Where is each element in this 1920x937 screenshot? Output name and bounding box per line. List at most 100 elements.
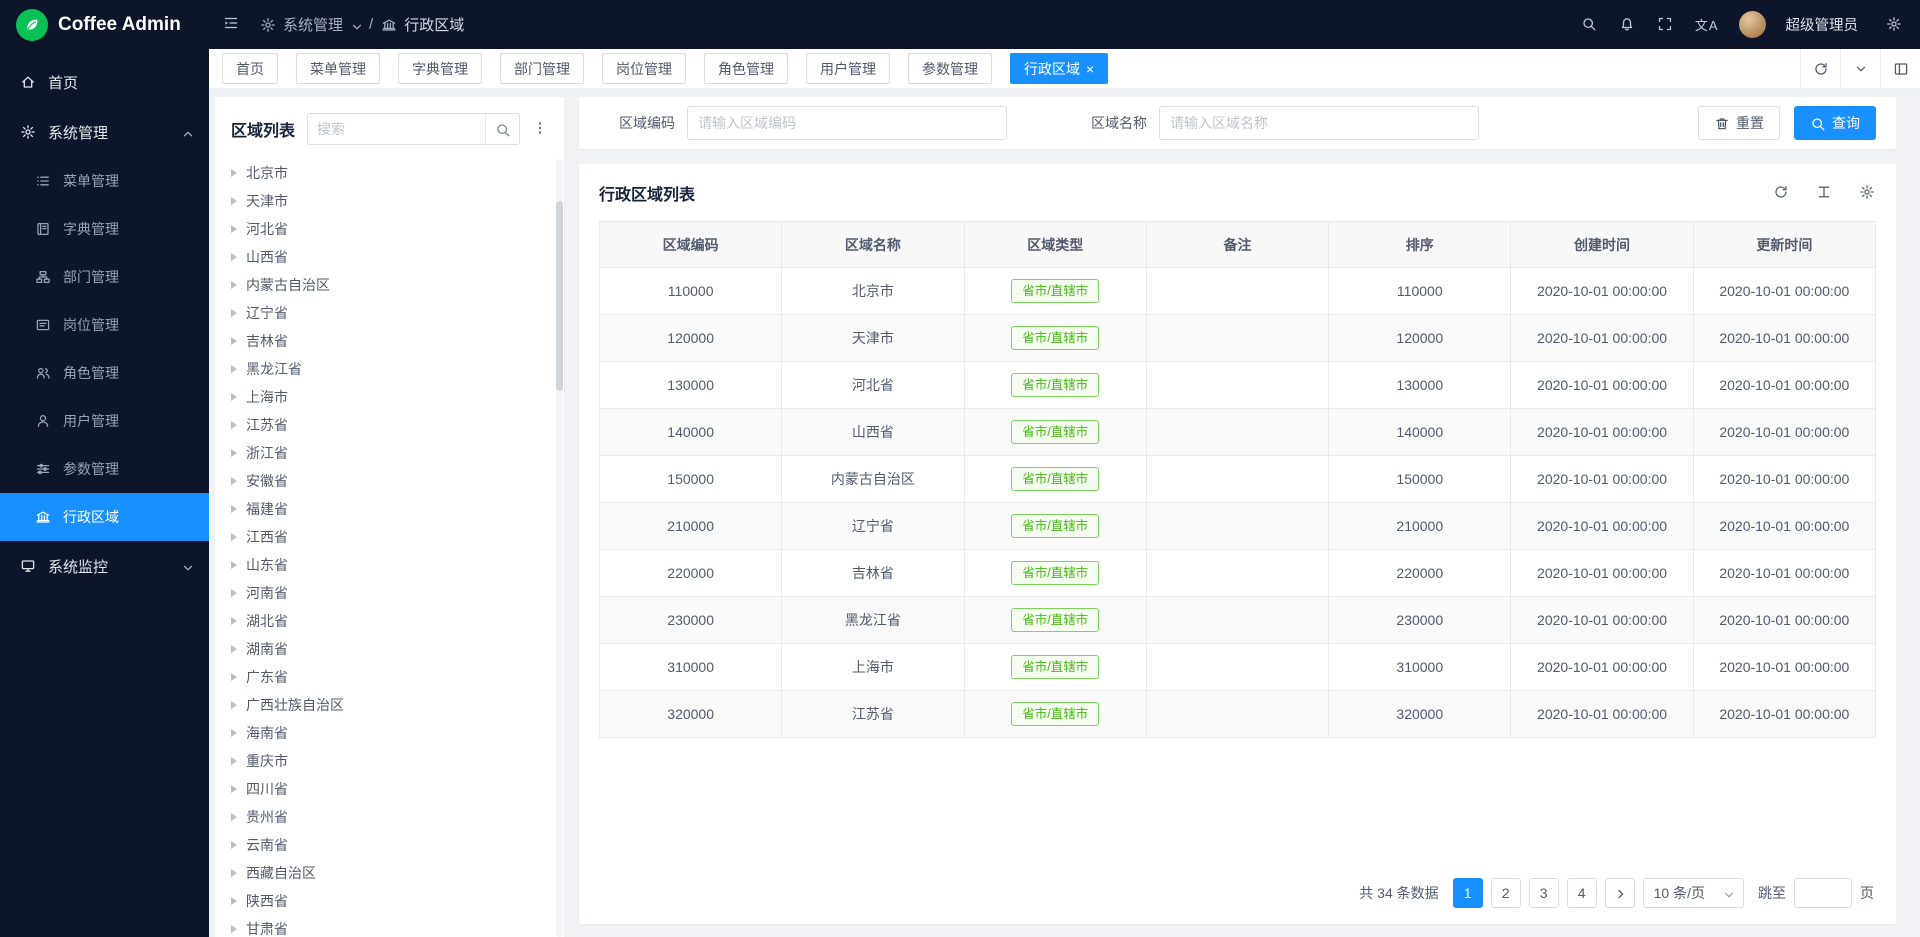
tree-item[interactable]: 山西省 xyxy=(215,243,564,271)
tree-item[interactable]: 江西省 xyxy=(215,523,564,551)
tab[interactable]: 参数管理 × xyxy=(908,53,992,84)
expand-icon[interactable] xyxy=(231,841,237,849)
expand-icon[interactable] xyxy=(231,393,237,401)
table-row[interactable]: 230000 黑龙江省 省市/直辖市 230000 2020-10-01 00:… xyxy=(600,597,1876,644)
tab[interactable]: 用户管理 × xyxy=(806,53,890,84)
breadcrumb-current[interactable]: 行政区域 xyxy=(404,14,464,35)
expand-icon[interactable] xyxy=(231,785,237,793)
sidebar-group-system[interactable]: 系统管理 xyxy=(0,107,209,157)
tree-item[interactable]: 江苏省 xyxy=(215,411,564,439)
avatar[interactable] xyxy=(1739,11,1766,38)
column-header[interactable]: 更新时间 xyxy=(1693,222,1875,268)
next-page-button[interactable] xyxy=(1605,878,1635,908)
tab[interactable]: 菜单管理 × xyxy=(296,53,380,84)
expand-icon[interactable] xyxy=(231,449,237,457)
table-row[interactable]: 120000 天津市 省市/直辖市 120000 2020-10-01 00:0… xyxy=(600,315,1876,362)
expand-icon[interactable] xyxy=(231,673,237,681)
expand-icon[interactable] xyxy=(231,477,237,485)
tree-item[interactable]: 广西壮族自治区 xyxy=(215,691,564,719)
tree-item[interactable]: 天津市 xyxy=(215,187,564,215)
expand-icon[interactable] xyxy=(231,169,237,177)
page-button[interactable]: 2 xyxy=(1491,878,1521,908)
expand-icon[interactable] xyxy=(231,589,237,597)
table-row[interactable]: 150000 内蒙古自治区 省市/直辖市 150000 2020-10-01 0… xyxy=(600,456,1876,503)
tree-item[interactable]: 福建省 xyxy=(215,495,564,523)
expand-icon[interactable] xyxy=(231,729,237,737)
expand-icon[interactable] xyxy=(231,365,237,373)
tree-item[interactable]: 西藏自治区 xyxy=(215,859,564,887)
tree-item[interactable]: 陕西省 xyxy=(215,887,564,915)
tree-item[interactable]: 吉林省 xyxy=(215,327,564,355)
table-row[interactable]: 220000 吉林省 省市/直辖市 220000 2020-10-01 00:0… xyxy=(600,550,1876,597)
expand-icon[interactable] xyxy=(231,253,237,261)
tree-item[interactable]: 四川省 xyxy=(215,775,564,803)
expand-icon[interactable] xyxy=(231,925,237,933)
table-row[interactable]: 320000 江苏省 省市/直辖市 320000 2020-10-01 00:0… xyxy=(600,691,1876,738)
column-settings-gear-icon[interactable] xyxy=(1859,184,1876,201)
tree-item[interactable]: 贵州省 xyxy=(215,803,564,831)
tree-item[interactable]: 重庆市 xyxy=(215,747,564,775)
tab-close-icon[interactable]: × xyxy=(1086,62,1094,76)
tree-item[interactable]: 辽宁省 xyxy=(215,299,564,327)
tree-search-input[interactable] xyxy=(308,114,485,144)
expand-icon[interactable] xyxy=(231,617,237,625)
tree-item[interactable]: 海南省 xyxy=(215,719,564,747)
expand-icon[interactable] xyxy=(231,337,237,345)
tabs-dropdown-button[interactable] xyxy=(1840,49,1880,88)
page-button[interactable]: 1 xyxy=(1453,878,1483,908)
layout-toggle-button[interactable] xyxy=(1880,49,1920,88)
sidebar-item-admin-region[interactable]: 行政区域 xyxy=(0,493,209,541)
expand-icon[interactable] xyxy=(231,309,237,317)
table-row[interactable]: 310000 上海市 省市/直辖市 310000 2020-10-01 00:0… xyxy=(600,644,1876,691)
tab[interactable]: 岗位管理 × xyxy=(602,53,686,84)
tree-item[interactable]: 湖南省 xyxy=(215,635,564,663)
expand-icon[interactable] xyxy=(231,701,237,709)
menu-fold-button[interactable] xyxy=(223,15,242,34)
table-row[interactable]: 210000 辽宁省 省市/直辖市 210000 2020-10-01 00:0… xyxy=(600,503,1876,550)
table-row[interactable]: 130000 河北省 省市/直辖市 130000 2020-10-01 00:0… xyxy=(600,362,1876,409)
sidebar-group-monitor[interactable]: 系统监控 xyxy=(0,541,209,591)
table-row[interactable]: 140000 山西省 省市/直辖市 140000 2020-10-01 00:0… xyxy=(600,409,1876,456)
expand-icon[interactable] xyxy=(231,645,237,653)
tree-item[interactable]: 广东省 xyxy=(215,663,564,691)
tree-item[interactable]: 北京市 xyxy=(215,159,564,187)
expand-icon[interactable] xyxy=(231,505,237,513)
sidebar-item-parameter-management[interactable]: 参数管理 xyxy=(0,445,209,493)
expand-icon[interactable] xyxy=(231,421,237,429)
page-size-select[interactable]: 10 条/页 xyxy=(1643,878,1744,908)
search-icon[interactable] xyxy=(1581,16,1599,34)
reset-button[interactable]: 重置 xyxy=(1698,106,1780,140)
table-row[interactable]: 110000 北京市 省市/直辖市 110000 2020-10-01 00:0… xyxy=(600,268,1876,315)
tab[interactable]: 角色管理 × xyxy=(704,53,788,84)
settings-gear-icon[interactable] xyxy=(1886,16,1904,34)
tab[interactable]: 首页 × xyxy=(222,53,278,84)
page-button[interactable]: 4 xyxy=(1567,878,1597,908)
expand-icon[interactable] xyxy=(231,869,237,877)
bell-icon[interactable] xyxy=(1619,16,1637,34)
tree-item[interactable]: 内蒙古自治区 xyxy=(215,271,564,299)
tree-scrollbar-thumb[interactable] xyxy=(556,201,563,391)
expand-icon[interactable] xyxy=(231,897,237,905)
tabs-refresh-button[interactable] xyxy=(1800,49,1840,88)
column-header[interactable]: 区域编码 xyxy=(600,222,782,268)
tab[interactable]: 行政区域 × xyxy=(1010,53,1108,84)
username[interactable]: 超级管理员 xyxy=(1786,14,1859,35)
tree-more-button[interactable] xyxy=(532,120,550,138)
tree-item[interactable]: 上海市 xyxy=(215,383,564,411)
tree-item[interactable]: 浙江省 xyxy=(215,439,564,467)
region-name-input[interactable] xyxy=(1159,106,1479,140)
expand-icon[interactable] xyxy=(231,197,237,205)
tree-item[interactable]: 河南省 xyxy=(215,579,564,607)
sidebar-item-department-management[interactable]: 部门管理 xyxy=(0,253,209,301)
sidebar-item-user-management[interactable]: 用户管理 xyxy=(0,397,209,445)
page-button[interactable]: 3 xyxy=(1529,878,1559,908)
tree-search-button[interactable] xyxy=(485,114,519,144)
tree-item[interactable]: 安徽省 xyxy=(215,467,564,495)
tree-item[interactable]: 山东省 xyxy=(215,551,564,579)
sidebar-item-role-management[interactable]: 角色管理 xyxy=(0,349,209,397)
expand-icon[interactable] xyxy=(231,281,237,289)
refresh-icon[interactable] xyxy=(1773,184,1790,201)
column-header[interactable]: 区域名称 xyxy=(782,222,964,268)
tab[interactable]: 部门管理 × xyxy=(500,53,584,84)
column-header[interactable]: 创建时间 xyxy=(1511,222,1693,268)
